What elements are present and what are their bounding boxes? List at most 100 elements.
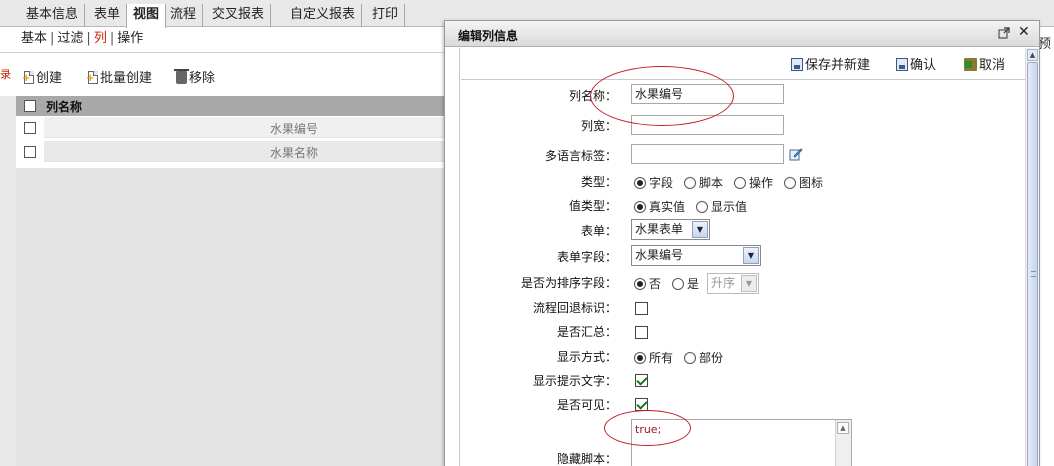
radio-label: 否	[649, 277, 662, 291]
display-mode-label: 显示方式：	[556, 350, 617, 364]
remove-button[interactable]: 移除	[174, 68, 215, 90]
create-button[interactable]: + 创建	[22, 68, 63, 90]
show-tip-checkbox[interactable]	[635, 374, 648, 387]
form-select[interactable]: 水果表单 ▼	[631, 219, 710, 240]
row-checkbox[interactable]	[24, 146, 36, 158]
table-row[interactable]: 水果编号	[16, 116, 448, 140]
visible-label: 是否可见：	[556, 398, 617, 412]
radio-label: 真实值	[649, 200, 686, 214]
dialog-title: 编辑列信息	[458, 29, 519, 43]
scroll-up-icon[interactable]: ▲	[837, 422, 849, 434]
radio-icon	[696, 201, 708, 213]
radio-icon	[684, 352, 696, 364]
grid-empty-area	[16, 168, 448, 466]
subnav-basic[interactable]: 基本	[18, 30, 50, 48]
batch-create-button[interactable]: + 批量创建	[86, 68, 152, 90]
summary-checkbox[interactable]	[635, 326, 648, 339]
dialog-titlebar[interactable]: 编辑列信息 ✕	[445, 21, 1039, 47]
col-width-input[interactable]	[631, 115, 784, 135]
toolbar-divider	[461, 79, 1027, 80]
display-partial-radio[interactable]: 部份	[684, 350, 723, 366]
select-value: 水果表单	[635, 222, 684, 236]
confirm-label: 确认	[910, 58, 937, 73]
grid-header-label: 列名称	[46, 100, 83, 114]
col-name-input[interactable]: 水果编号	[631, 84, 784, 104]
tab-view[interactable]: 视图	[126, 4, 167, 28]
display-all-radio[interactable]: 所有	[634, 350, 673, 366]
radio-icon	[672, 278, 684, 290]
value-type-real-radio[interactable]: 真实值	[634, 199, 685, 215]
tab-form[interactable]: 表单	[88, 4, 128, 27]
summary-label: 是否汇总：	[556, 325, 617, 339]
select-all-checkbox[interactable]	[24, 100, 36, 112]
value-type-label: 值类型：	[568, 199, 617, 213]
tab-cross-report[interactable]: 交叉报表	[206, 4, 272, 27]
radio-label: 字段	[649, 176, 674, 190]
chevron-down-icon: ▼	[692, 221, 708, 238]
tab-custom-report[interactable]: 自定义报表	[284, 4, 363, 27]
textarea-scrollbar[interactable]: ▲	[835, 420, 851, 466]
radio-selected-icon	[634, 278, 646, 290]
type-script-radio[interactable]: 脚本	[684, 175, 723, 191]
flow-back-label: 流程回退标识：	[532, 301, 617, 315]
scroll-up-icon[interactable]: ▲	[1027, 49, 1038, 61]
radio-label: 部份	[699, 351, 724, 365]
radio-label: 所有	[649, 351, 674, 365]
chevron-down-icon: ▼	[743, 247, 759, 264]
type-field-radio[interactable]: 字段	[634, 175, 673, 191]
row-cell	[44, 141, 448, 162]
radio-label: 图标	[799, 176, 824, 190]
select-value: 升序	[711, 276, 736, 290]
cancel-icon	[964, 58, 977, 71]
maximize-icon[interactable]	[998, 26, 1010, 40]
tab-flow[interactable]: 流程	[164, 4, 204, 27]
save-and-new-button[interactable]: 保存并新建	[791, 57, 870, 75]
tab-print[interactable]: 打印	[366, 4, 406, 27]
side-mark-text: 录	[0, 68, 11, 81]
sort-no-radio[interactable]: 否	[634, 276, 661, 292]
flow-back-checkbox[interactable]	[635, 302, 648, 315]
type-label: 类型：	[580, 175, 617, 189]
sort-order-select: 升序 ▼	[707, 273, 759, 294]
cancel-label: 取消	[979, 58, 1006, 73]
select-value: 水果编号	[635, 248, 684, 262]
table-row[interactable]: 水果名称	[16, 140, 448, 164]
row-text: 水果名称	[270, 146, 319, 160]
create-label: 创建	[36, 71, 63, 86]
confirm-button[interactable]: 确认	[896, 57, 936, 75]
col-width-label: 列宽：	[580, 119, 617, 133]
grip-icon	[1031, 271, 1036, 277]
cancel-button[interactable]: 取消	[964, 57, 1005, 75]
edit-column-dialog: 编辑列信息 ✕ 保存并新建 确认 取消 列名称： 水果编号 列宽： 多语言标签：	[444, 20, 1040, 466]
col-name-label: 列名称：	[568, 89, 617, 103]
edit-label-icon[interactable]	[789, 147, 803, 161]
column-grid: 列名称 水果编号 水果名称	[16, 96, 448, 164]
subnav-column[interactable]: 列	[91, 30, 110, 48]
value-type-display-radio[interactable]: 显示值	[696, 199, 747, 215]
close-icon[interactable]: ✕	[1018, 24, 1030, 40]
tab-basic-info[interactable]: 基本信息	[20, 4, 86, 27]
scrollbar-thumb[interactable]	[1027, 62, 1038, 466]
radio-selected-icon	[634, 201, 646, 213]
subnav-filter[interactable]: 过滤	[54, 30, 86, 48]
show-tip-label: 显示提示文字：	[532, 374, 617, 388]
row-checkbox[interactable]	[24, 122, 36, 134]
form-field-label: 表单字段：	[556, 250, 617, 264]
subnav-operation[interactable]: 操作	[114, 30, 146, 48]
i18n-input[interactable]	[631, 144, 784, 164]
type-icon-radio[interactable]: 图标	[784, 175, 823, 191]
radio-label: 显示值	[711, 200, 748, 214]
hide-script-textarea[interactable]: true; ▲	[631, 419, 852, 466]
save-and-new-label: 保存并新建	[805, 58, 871, 73]
radio-icon	[784, 177, 796, 189]
row-text: 水果编号	[270, 122, 319, 136]
visible-checkbox[interactable]	[635, 398, 648, 411]
type-operation-radio[interactable]: 操作	[734, 175, 773, 191]
save-icon	[896, 58, 908, 71]
script-text: true;	[635, 423, 662, 436]
hide-script-label: 隐藏脚本：	[556, 452, 617, 466]
radio-label: 脚本	[699, 176, 724, 190]
form-field-select[interactable]: 水果编号 ▼	[631, 245, 761, 266]
dialog-scrollbar[interactable]: ▲	[1025, 48, 1039, 466]
sort-yes-radio[interactable]: 是	[672, 276, 699, 292]
